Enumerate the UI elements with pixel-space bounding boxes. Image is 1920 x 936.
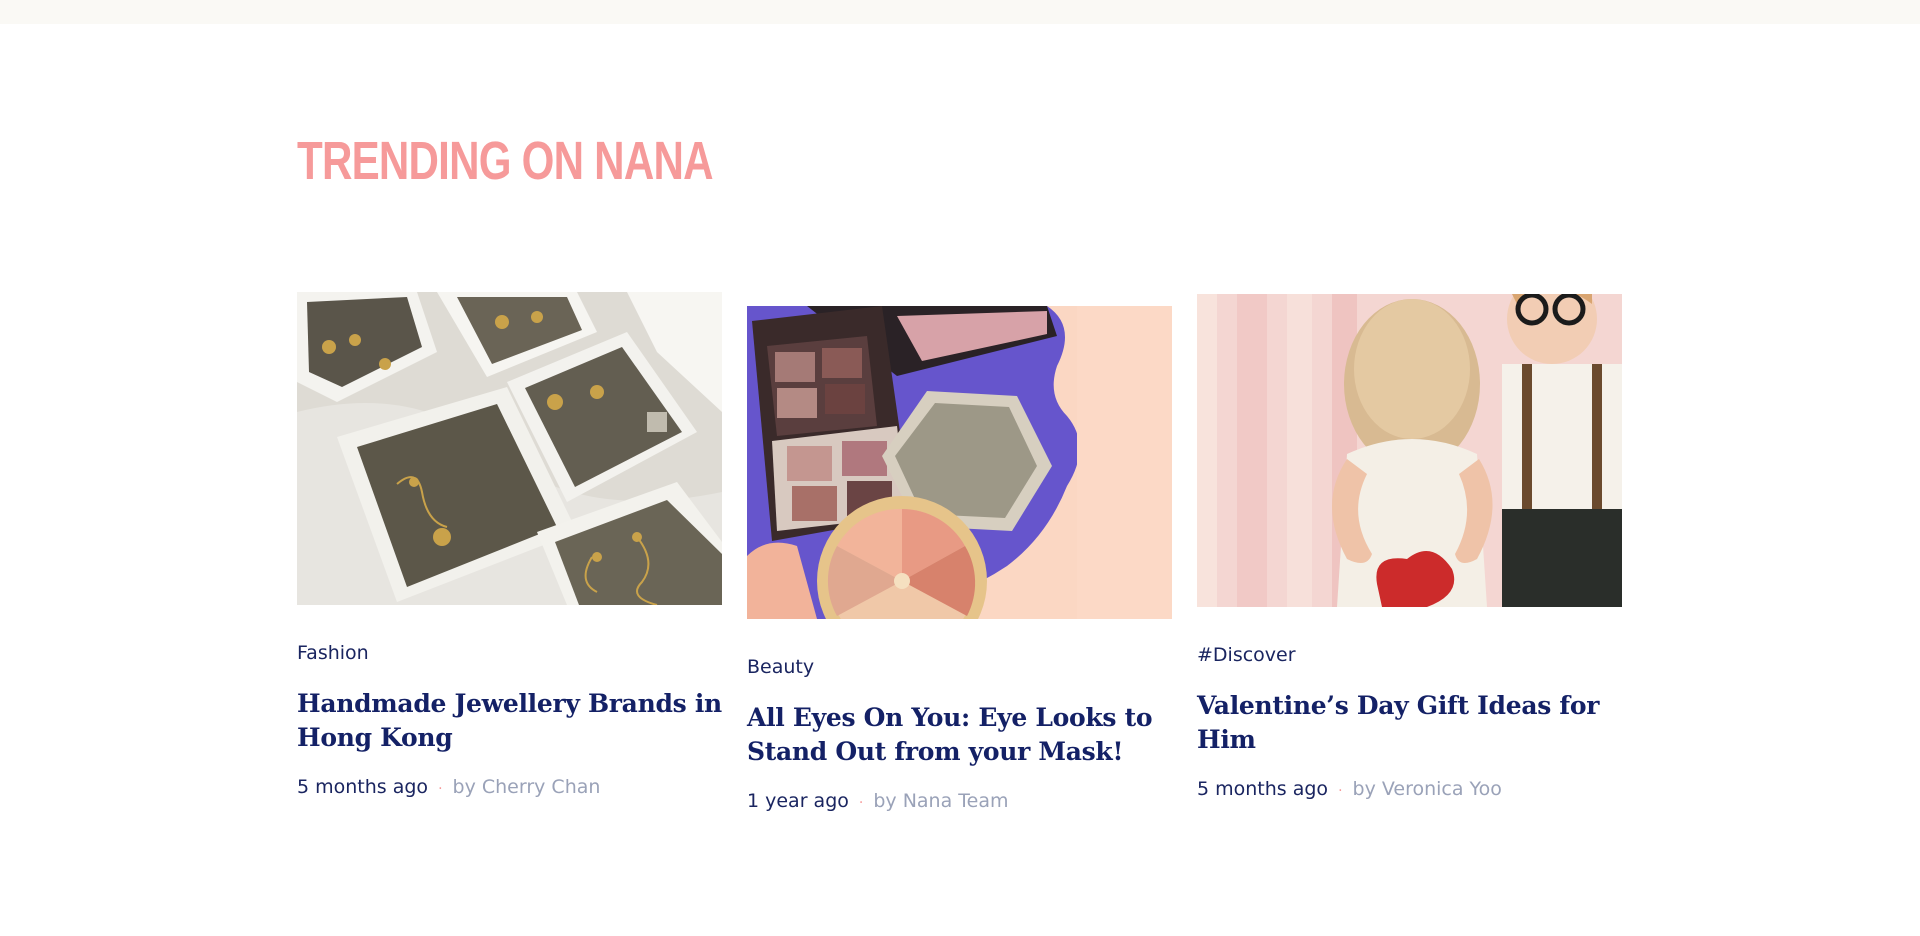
article-time: 1 year ago bbox=[747, 790, 849, 812]
article-card[interactable]: Fashion Handmade Jewellery Brands in Hon… bbox=[297, 292, 722, 801]
article-title[interactable]: All Eyes On You: Eye Looks to Stand Out … bbox=[747, 701, 1172, 769]
article-card[interactable]: Beauty All Eyes On You: Eye Looks to Sta… bbox=[747, 306, 1172, 815]
meta-separator: · bbox=[858, 795, 864, 811]
article-time: 5 months ago bbox=[297, 776, 429, 798]
article-author[interactable]: by Nana Team bbox=[873, 790, 1008, 812]
meta-separator: · bbox=[438, 781, 443, 797]
top-strip bbox=[0, 0, 1920, 24]
article-meta: 5 months ago · by Veronica Yoo bbox=[1197, 777, 1622, 803]
article-thumbnail-valentine[interactable] bbox=[1197, 294, 1622, 607]
section-title: TRENDING ON NANA bbox=[297, 131, 714, 191]
article-category[interactable]: Beauty bbox=[747, 655, 1172, 679]
article-meta: 1 year ago · by Nana Team bbox=[747, 789, 1172, 815]
article-time: 5 months ago bbox=[1197, 778, 1329, 800]
article-card[interactable]: #Discover Valentine’s Day Gift Ideas for… bbox=[1197, 294, 1622, 803]
article-meta: 5 months ago · by Cherry Chan bbox=[297, 775, 722, 801]
article-thumbnail-jewellery[interactable] bbox=[297, 292, 722, 605]
article-title[interactable]: Valentine’s Day Gift Ideas for Him bbox=[1197, 689, 1622, 757]
article-category[interactable]: #Discover bbox=[1197, 643, 1622, 667]
article-category[interactable]: Fashion bbox=[297, 641, 722, 665]
meta-separator: · bbox=[1338, 783, 1343, 799]
article-title[interactable]: Handmade Jewellery Brands in Hong Kong bbox=[297, 687, 722, 755]
article-author[interactable]: by Cherry Chan bbox=[453, 776, 601, 798]
article-author[interactable]: by Veronica Yoo bbox=[1353, 778, 1502, 800]
article-thumbnail-beauty[interactable] bbox=[747, 306, 1172, 619]
jewellery-boxes-image bbox=[297, 292, 722, 605]
eyeshadow-palettes-image bbox=[747, 306, 1172, 619]
children-valentine-image bbox=[1197, 294, 1622, 607]
